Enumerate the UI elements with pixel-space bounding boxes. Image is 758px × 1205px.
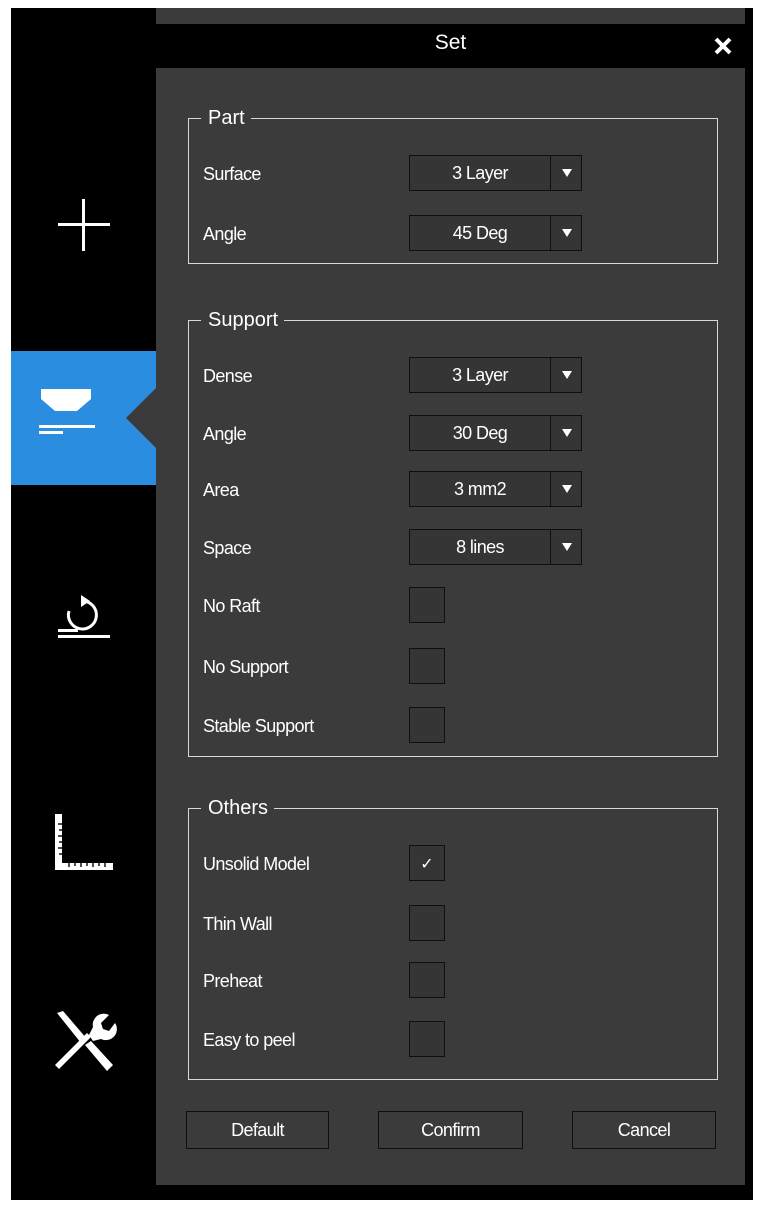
support-angle-value: 30 Deg — [452, 423, 508, 443]
space-select[interactable]: 8 lines — [409, 529, 582, 565]
space-row: Space 8 lines — [203, 529, 713, 567]
preheat-label: Preheat — [203, 971, 262, 991]
surface-row: Surface 3 Layer — [203, 155, 713, 193]
close-button[interactable] — [703, 24, 743, 68]
space-label: Space — [203, 538, 252, 558]
unsolid-model-row: Unsolid Model ✓ — [203, 845, 713, 883]
confirm-button[interactable]: Confirm — [378, 1111, 523, 1149]
dropdown-arrow-icon — [550, 472, 582, 506]
sidebar-item-rotate[interactable] — [11, 553, 156, 687]
no-raft-row: No Raft — [203, 587, 713, 625]
thin-wall-label: Thin Wall — [203, 914, 273, 934]
unsolid-model-checkbox[interactable]: ✓ — [409, 845, 445, 881]
others-legend: Others — [208, 797, 269, 819]
default-button[interactable]: Default — [186, 1111, 329, 1149]
dropdown-arrow-icon — [550, 416, 582, 450]
checkmark-icon: ✓ — [420, 853, 434, 873]
no-raft-checkbox[interactable] — [409, 587, 445, 623]
title-bar: Set — [156, 24, 745, 68]
plus-icon — [57, 199, 110, 251]
no-support-row: No Support — [203, 648, 713, 686]
wrench-screwdriver-icon — [54, 1011, 117, 1071]
sidebar-item-tools[interactable] — [11, 975, 156, 1109]
area-value: 3 mm2 — [453, 479, 507, 499]
dropdown-arrow-icon — [550, 530, 582, 564]
area-row: Area 3 mm2 — [203, 471, 713, 509]
sidebar-item-print-settings[interactable] — [11, 351, 156, 485]
dense-row: Dense 3 Layer — [203, 357, 713, 395]
support-angle-row: Angle 30 Deg — [203, 415, 713, 453]
stable-support-label: Stable Support — [203, 716, 314, 736]
stable-support-row: Stable Support — [203, 707, 713, 745]
others-group: Others Unsolid Model ✓ Thin Wall Preheat… — [188, 797, 718, 1080]
no-support-checkbox[interactable] — [409, 648, 445, 684]
space-value: 8 lines — [456, 537, 504, 557]
part-legend: Part — [208, 107, 245, 129]
ruler-icon — [54, 814, 113, 870]
no-raft-label: No Raft — [203, 596, 260, 616]
dense-value: 3 Layer — [452, 365, 508, 385]
preheat-checkbox[interactable] — [409, 962, 445, 998]
thin-wall-checkbox[interactable] — [409, 905, 445, 941]
surface-select[interactable]: 3 Layer — [409, 155, 582, 191]
easy-to-peel-label: Easy to peel — [203, 1030, 295, 1050]
dense-label: Dense — [203, 366, 253, 386]
sidebar-item-measure[interactable] — [11, 776, 156, 910]
nozzle-layer-icon — [38, 389, 95, 434]
rotate-platform-icon — [57, 595, 110, 638]
part-group: Part Surface 3 Layer Angle 45 Deg — [188, 107, 718, 264]
easy-to-peel-row: Easy to peel — [203, 1021, 713, 1059]
bottom-border — [156, 1185, 753, 1200]
dropdown-arrow-icon — [550, 156, 582, 190]
thin-wall-row: Thin Wall — [203, 905, 713, 943]
support-group: Support Dense 3 Layer Angle 30 Deg Area … — [188, 309, 718, 757]
sidebar — [11, 8, 156, 1200]
part-angle-label: Angle — [203, 224, 247, 244]
active-indicator — [126, 388, 156, 448]
dialog-title: Set — [434, 31, 467, 54]
part-angle-value: 45 Deg — [452, 223, 508, 243]
area-label: Area — [203, 480, 239, 500]
dropdown-arrow-icon — [550, 216, 582, 250]
stable-support-checkbox[interactable] — [409, 707, 445, 743]
dropdown-arrow-icon — [550, 358, 582, 392]
support-legend: Support — [208, 309, 279, 331]
surface-label: Surface — [203, 164, 261, 184]
area-select[interactable]: 3 mm2 — [409, 471, 582, 507]
settings-dialog: Set Part Surface 3 Layer Angle 45 Deg Su… — [156, 8, 745, 1185]
support-angle-select[interactable]: 30 Deg — [409, 415, 582, 451]
support-angle-label: Angle — [203, 424, 247, 444]
cancel-button[interactable]: Cancel — [572, 1111, 716, 1149]
easy-to-peel-checkbox[interactable] — [409, 1021, 445, 1057]
sidebar-item-add[interactable] — [11, 158, 156, 292]
close-icon — [714, 37, 732, 55]
part-angle-row: Angle 45 Deg — [203, 215, 713, 253]
no-support-label: No Support — [203, 657, 289, 677]
preheat-row: Preheat — [203, 962, 713, 1000]
unsolid-model-label: Unsolid Model — [203, 854, 310, 874]
surface-value: 3 Layer — [452, 163, 508, 183]
part-angle-select[interactable]: 45 Deg — [409, 215, 582, 251]
dense-select[interactable]: 3 Layer — [409, 357, 582, 393]
